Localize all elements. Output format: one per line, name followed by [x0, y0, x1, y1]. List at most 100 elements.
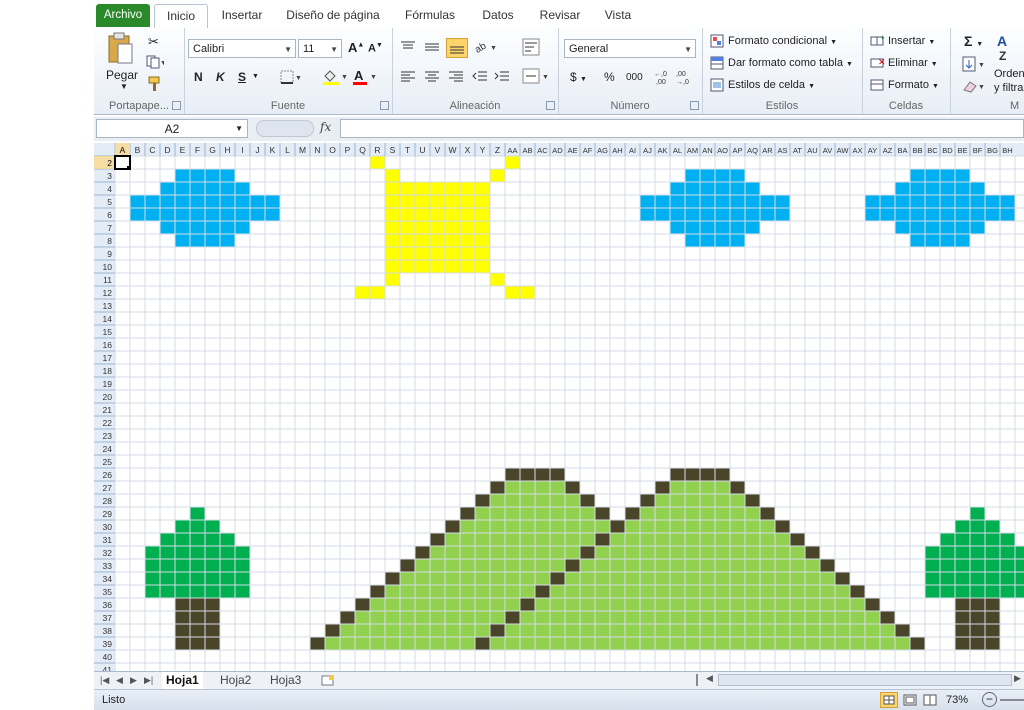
drawn-cell[interactable]	[700, 559, 715, 572]
drawn-cell[interactable]	[730, 221, 745, 234]
drawn-cell[interactable]	[715, 585, 730, 598]
drawn-cell[interactable]	[475, 546, 490, 559]
drawn-cell[interactable]	[445, 533, 460, 546]
drawn-cell[interactable]	[1000, 195, 1015, 208]
drawn-cell[interactable]	[160, 572, 175, 585]
drawn-cell[interactable]	[370, 637, 385, 650]
drawn-cell[interactable]	[955, 520, 970, 533]
drawn-cell[interactable]	[805, 546, 820, 559]
drawn-cell[interactable]	[730, 546, 745, 559]
column-header[interactable]: P	[345, 145, 351, 155]
drawn-cell[interactable]	[715, 533, 730, 546]
drawn-cell[interactable]	[160, 195, 175, 208]
drawn-cell[interactable]	[730, 195, 745, 208]
row-header[interactable]: 33	[103, 561, 113, 571]
drawn-cell[interactable]	[430, 260, 445, 273]
drawn-cell[interactable]	[715, 520, 730, 533]
font-size-select[interactable]: 11 ▼	[298, 39, 342, 58]
drawn-cell[interactable]	[700, 611, 715, 624]
decrease-indent-icon[interactable]	[472, 70, 488, 87]
drawn-cell[interactable]	[190, 208, 205, 221]
drawn-cell[interactable]	[160, 182, 175, 195]
drawn-cell[interactable]	[610, 546, 625, 559]
sheet-tab-hoja2[interactable]: Hoja2	[216, 672, 255, 689]
row-header[interactable]: 14	[103, 314, 113, 324]
drawn-cell[interactable]	[910, 637, 925, 650]
drawn-cell[interactable]	[910, 208, 925, 221]
row-header[interactable]: 27	[103, 483, 113, 493]
drawn-cell[interactable]	[685, 182, 700, 195]
row-header[interactable]: 31	[103, 535, 113, 545]
drawn-cell[interactable]	[925, 169, 940, 182]
row-header[interactable]: 35	[103, 587, 113, 597]
drawn-cell[interactable]	[475, 585, 490, 598]
row-header[interactable]: 25	[103, 457, 113, 467]
drawn-cell[interactable]	[670, 481, 685, 494]
drawn-cell[interactable]	[925, 182, 940, 195]
drawn-cell[interactable]	[190, 624, 205, 637]
drawn-cell[interactable]	[460, 598, 475, 611]
drawn-cell[interactable]	[550, 598, 565, 611]
drawn-cell[interactable]	[475, 507, 490, 520]
column-header[interactable]: O	[329, 145, 336, 155]
column-header[interactable]: AM	[687, 146, 698, 155]
drawn-cell[interactable]	[175, 208, 190, 221]
thousands-button[interactable]: 000	[626, 72, 643, 83]
row-header[interactable]: 21	[103, 405, 113, 415]
drawn-cell[interactable]	[220, 585, 235, 598]
drawn-cell[interactable]	[580, 559, 595, 572]
column-header[interactable]: AG	[597, 146, 608, 155]
drawn-cell[interactable]	[655, 598, 670, 611]
autosum-icon[interactable]: Σ ▼	[964, 33, 983, 49]
drawn-cell[interactable]	[730, 507, 745, 520]
drawn-cell[interactable]	[775, 598, 790, 611]
drawn-cell[interactable]	[955, 559, 970, 572]
drawn-cell[interactable]	[430, 611, 445, 624]
drawn-cell[interactable]	[175, 611, 190, 624]
drawn-cell[interactable]	[475, 494, 490, 507]
drawn-cell[interactable]	[685, 572, 700, 585]
drawn-cell[interactable]	[490, 273, 505, 286]
drawn-cell[interactable]	[955, 182, 970, 195]
drawn-cell[interactable]	[655, 559, 670, 572]
drawn-cell[interactable]	[505, 546, 520, 559]
drawn-cell[interactable]	[190, 234, 205, 247]
drawn-cell[interactable]	[970, 611, 985, 624]
drawn-cell[interactable]	[595, 572, 610, 585]
drawn-cell[interactable]	[235, 195, 250, 208]
drawn-cell[interactable]	[385, 221, 400, 234]
drawn-cell[interactable]	[130, 208, 145, 221]
drawn-cell[interactable]	[715, 234, 730, 247]
drawn-cell[interactable]	[370, 598, 385, 611]
drawn-cell[interactable]	[745, 182, 760, 195]
drawn-cell[interactable]	[775, 533, 790, 546]
drawn-cell[interactable]	[685, 208, 700, 221]
drawn-cell[interactable]	[820, 598, 835, 611]
column-header[interactable]: AJ	[643, 146, 652, 155]
drawn-cell[interactable]	[220, 234, 235, 247]
drawn-cell[interactable]	[730, 481, 745, 494]
drawn-cell[interactable]	[685, 611, 700, 624]
number-format-select[interactable]: General ▼	[564, 39, 696, 58]
drawn-cell[interactable]	[700, 182, 715, 195]
drawn-cell[interactable]	[220, 559, 235, 572]
fill-handle[interactable]	[127, 166, 131, 170]
column-header[interactable]: AX	[852, 146, 862, 155]
drawn-cell[interactable]	[895, 624, 910, 637]
drawn-cell[interactable]	[760, 208, 775, 221]
drawn-cell[interactable]	[580, 572, 595, 585]
column-header[interactable]: N	[314, 145, 320, 155]
font-launcher-icon[interactable]	[380, 101, 389, 110]
drawn-cell[interactable]	[265, 208, 280, 221]
drawn-cell[interactable]	[190, 637, 205, 650]
row-header[interactable]: 24	[103, 444, 113, 454]
row-header[interactable]: 13	[103, 301, 113, 311]
drawn-cell[interactable]	[955, 598, 970, 611]
drawn-cell[interactable]	[535, 572, 550, 585]
drawn-cell[interactable]	[820, 611, 835, 624]
drawn-cell[interactable]	[700, 598, 715, 611]
drawn-cell[interactable]	[850, 611, 865, 624]
drawn-cell[interactable]	[490, 572, 505, 585]
row-header[interactable]: 37	[103, 613, 113, 623]
column-header[interactable]: BB	[912, 146, 922, 155]
